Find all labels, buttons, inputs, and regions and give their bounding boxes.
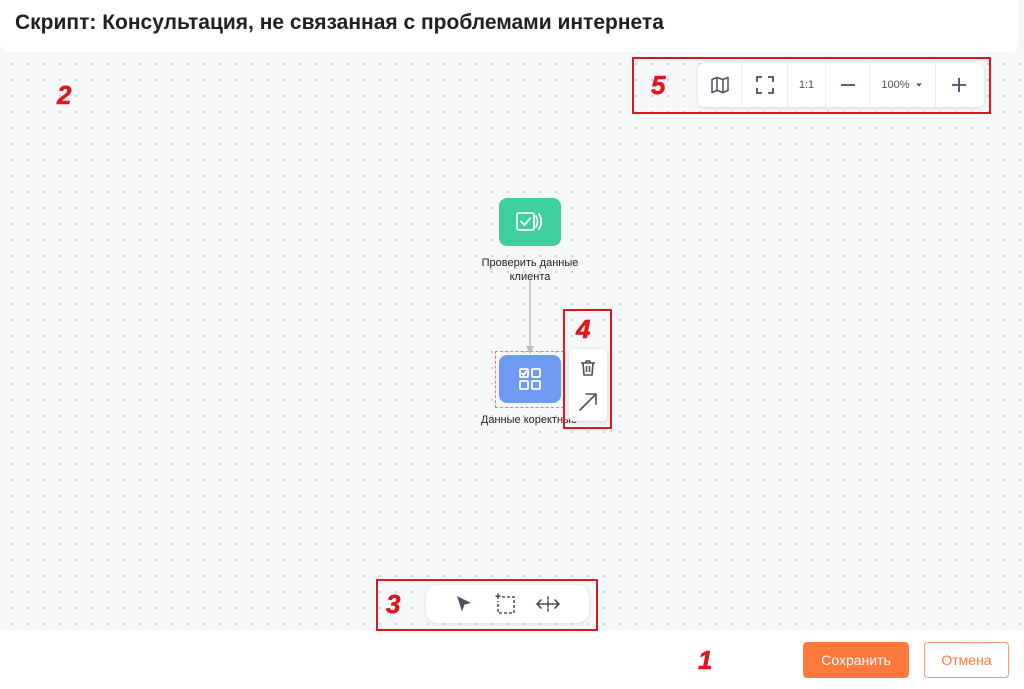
annotation-marker-5: 5 — [651, 70, 666, 101]
cancel-button[interactable]: Отмена — [924, 642, 1009, 678]
flow-node-data-correct[interactable] — [499, 355, 561, 403]
annotation-marker-3: 3 — [386, 589, 401, 620]
checklist-grid-icon — [519, 368, 541, 390]
annotation-box-5 — [632, 57, 991, 114]
annotation-marker-1: 1 — [698, 645, 713, 676]
flow-node-check-client[interactable] — [499, 198, 561, 246]
flow-canvas[interactable] — [0, 52, 1024, 630]
annotation-box-3 — [376, 579, 598, 631]
page-header: Скрипт: Консультация, не связанная с про… — [0, 0, 1018, 52]
annotation-marker-2: 2 — [57, 80, 72, 111]
node-connector — [526, 280, 534, 354]
save-button[interactable]: Сохранить — [803, 642, 909, 678]
annotation-marker-4: 4 — [576, 314, 591, 345]
page-title: Скрипт: Консультация, не связанная с про… — [15, 11, 664, 34]
check-signal-icon — [516, 212, 543, 231]
node-label: Проверить данные клиента — [481, 257, 579, 283]
